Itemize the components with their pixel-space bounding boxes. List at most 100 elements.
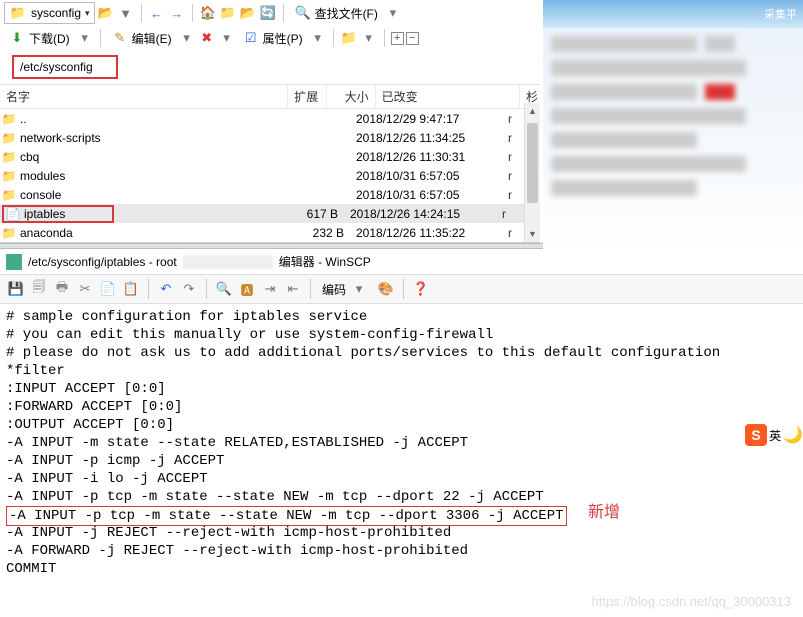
open-folder-icon[interactable]: 📂 <box>97 4 115 22</box>
ime-badge[interactable]: S 英 🌙 <box>745 424 803 446</box>
forward-icon[interactable]: → <box>168 4 186 22</box>
code-line: :FORWARD ACCEPT [0:0] <box>6 398 797 416</box>
folder-icon: 📁 <box>9 4 27 22</box>
code-line: -A INPUT -p tcp -m state --state NEW -m … <box>6 506 797 524</box>
file-size: 232 B <box>302 226 350 240</box>
chevron-down-icon[interactable]: ▾ <box>218 29 236 47</box>
new-folder-icon[interactable]: 📁 <box>340 29 358 47</box>
redacted-host <box>183 255 273 269</box>
file-size: 617 B <box>296 207 344 221</box>
properties-button[interactable]: ☑ 属性(P) <box>238 28 307 48</box>
scroll-thumb[interactable] <box>527 123 538 203</box>
color-icon[interactable]: 🎨 <box>376 279 396 299</box>
goto2-icon[interactable]: ⇤ <box>283 279 303 299</box>
file-date: 2018/12/26 11:35:22 <box>350 226 502 240</box>
ime-text: 英 <box>769 427 781 444</box>
minus-icon[interactable]: − <box>406 32 419 45</box>
file-row[interactable]: 📄iptables617 B2018/12/26 14:24:15r <box>0 204 540 223</box>
download-button[interactable]: ⬇ 下载(D) <box>4 28 74 48</box>
replace-icon[interactable]: 🅰 <box>237 279 257 299</box>
find-files-button[interactable]: 🔍 查找文件(F) <box>290 3 382 23</box>
scroll-up-icon[interactable]: ▲ <box>525 103 540 119</box>
file-name: console <box>18 188 302 202</box>
file-date: 2018/10/31 6:57:05 <box>350 188 502 202</box>
chevron-down-icon[interactable]: ▾ <box>360 29 378 47</box>
folder-dropdown[interactable]: 📁 sysconfig ▾ <box>4 2 95 24</box>
delete-icon[interactable]: ✖ <box>198 29 216 47</box>
code-line: # sample configuration for iptables serv… <box>6 308 797 326</box>
help-icon[interactable]: ❓ <box>411 279 431 299</box>
filter-icon[interactable]: ▼ <box>117 4 135 22</box>
plus-icon[interactable]: + <box>391 32 404 45</box>
parent-icon[interactable]: 📂 <box>239 4 257 22</box>
file-name: modules <box>18 169 302 183</box>
sogou-icon: S <box>745 424 767 446</box>
file-icon: 📄 <box>4 207 22 221</box>
separator <box>192 4 193 22</box>
code-line: # please do not ask us to add additional… <box>6 344 797 362</box>
chevron-down-icon[interactable]: ▾ <box>309 29 327 47</box>
file-row[interactable]: 📁anaconda232 B2018/12/26 11:35:22r <box>0 223 540 242</box>
root-icon[interactable]: 📁 <box>219 4 237 22</box>
chevron-down-icon: ▾ <box>349 279 369 299</box>
scroll-down-icon[interactable]: ▼ <box>525 226 540 242</box>
file-row[interactable]: 📁..2018/12/29 9:47:17r <box>0 109 540 128</box>
file-name: cbq <box>18 150 302 164</box>
file-row[interactable]: 📁modules2018/10/31 6:57:05r <box>0 166 540 185</box>
app-icon <box>6 254 22 270</box>
file-flag: r <box>502 131 516 145</box>
watermark: https://blog.csdn.net/qq_30000313 <box>592 594 792 609</box>
chevron-down-icon[interactable]: ▾ <box>384 4 402 22</box>
file-flag: r <box>502 112 516 126</box>
goto-icon[interactable]: ⇥ <box>260 279 280 299</box>
address-bar[interactable]: /etc/sysconfig <box>12 55 118 79</box>
separator <box>100 29 101 47</box>
file-flag: r <box>502 150 516 164</box>
save-icon[interactable]: 💾 <box>6 279 26 299</box>
file-flag: r <box>496 207 510 221</box>
separator <box>384 29 385 47</box>
copy-icon[interactable]: 📄 <box>98 279 118 299</box>
col-ext[interactable]: 扩展 <box>288 85 327 108</box>
reload-icon[interactable]: 🗐 <box>29 279 49 299</box>
home-icon[interactable]: 🏠 <box>199 4 217 22</box>
redo-icon[interactable]: ↷ <box>179 279 199 299</box>
column-headers[interactable]: 名字 扩展 大小 已改变 杉 <box>0 85 540 109</box>
chevron-down-icon[interactable]: ▾ <box>76 29 94 47</box>
file-rows: 📁..2018/12/29 9:47:17r📁network-scripts20… <box>0 109 540 242</box>
chevron-down-icon[interactable]: ▾ <box>178 29 196 47</box>
file-icon: 📁 <box>0 131 18 145</box>
code-area[interactable]: # sample configuration for iptables serv… <box>0 304 803 582</box>
separator <box>310 279 311 299</box>
file-row[interactable]: 📁cbq2018/12/26 11:30:31r <box>0 147 540 166</box>
file-row[interactable]: 📁console 2018/10/31 6:57:05r <box>0 185 540 204</box>
refresh-icon[interactable]: 🔄 <box>259 4 277 22</box>
col-changed[interactable]: 已改变 <box>376 85 520 108</box>
print-icon[interactable]: 🖶 <box>52 279 72 299</box>
back-icon[interactable]: ← <box>148 4 166 22</box>
file-date: 2018/12/26 11:30:31 <box>350 150 502 164</box>
address-bar-row: /etc/sysconfig <box>0 50 540 85</box>
separator <box>141 4 142 22</box>
col-size[interactable]: 大小 <box>327 85 375 108</box>
file-flag: r <box>502 188 516 202</box>
find-files-label: 查找文件(F) <box>315 5 378 22</box>
paste-icon[interactable]: 📋 <box>121 279 141 299</box>
editor-panel: /etc/sysconfig/iptables - root 编辑器 - Win… <box>0 249 803 582</box>
file-icon: 📁 <box>0 188 18 202</box>
scrollbar[interactable]: ▲ ▼ <box>524 103 540 242</box>
find-icon[interactable]: 🔍 <box>214 279 234 299</box>
code-line: -A FORWARD -j REJECT --reject-with icmp-… <box>6 542 797 560</box>
separator <box>333 29 334 47</box>
code-line: -A INPUT -m state --state RELATED,ESTABL… <box>6 434 797 452</box>
find-icon: 🔍 <box>294 4 312 22</box>
cut-icon[interactable]: ✂ <box>75 279 95 299</box>
undo-icon[interactable]: ↶ <box>156 279 176 299</box>
moon-icon: 🌙 <box>783 425 803 445</box>
chevron-down-icon: ▾ <box>85 8 90 19</box>
file-date: 2018/10/31 6:57:05 <box>350 169 502 183</box>
col-name[interactable]: 名字 <box>0 85 288 108</box>
file-row[interactable]: 📁network-scripts2018/12/26 11:34:25r <box>0 128 540 147</box>
encoding-button[interactable]: 编码 ▾ <box>318 278 373 300</box>
edit-button[interactable]: ✎ 编辑(E) <box>107 28 176 48</box>
